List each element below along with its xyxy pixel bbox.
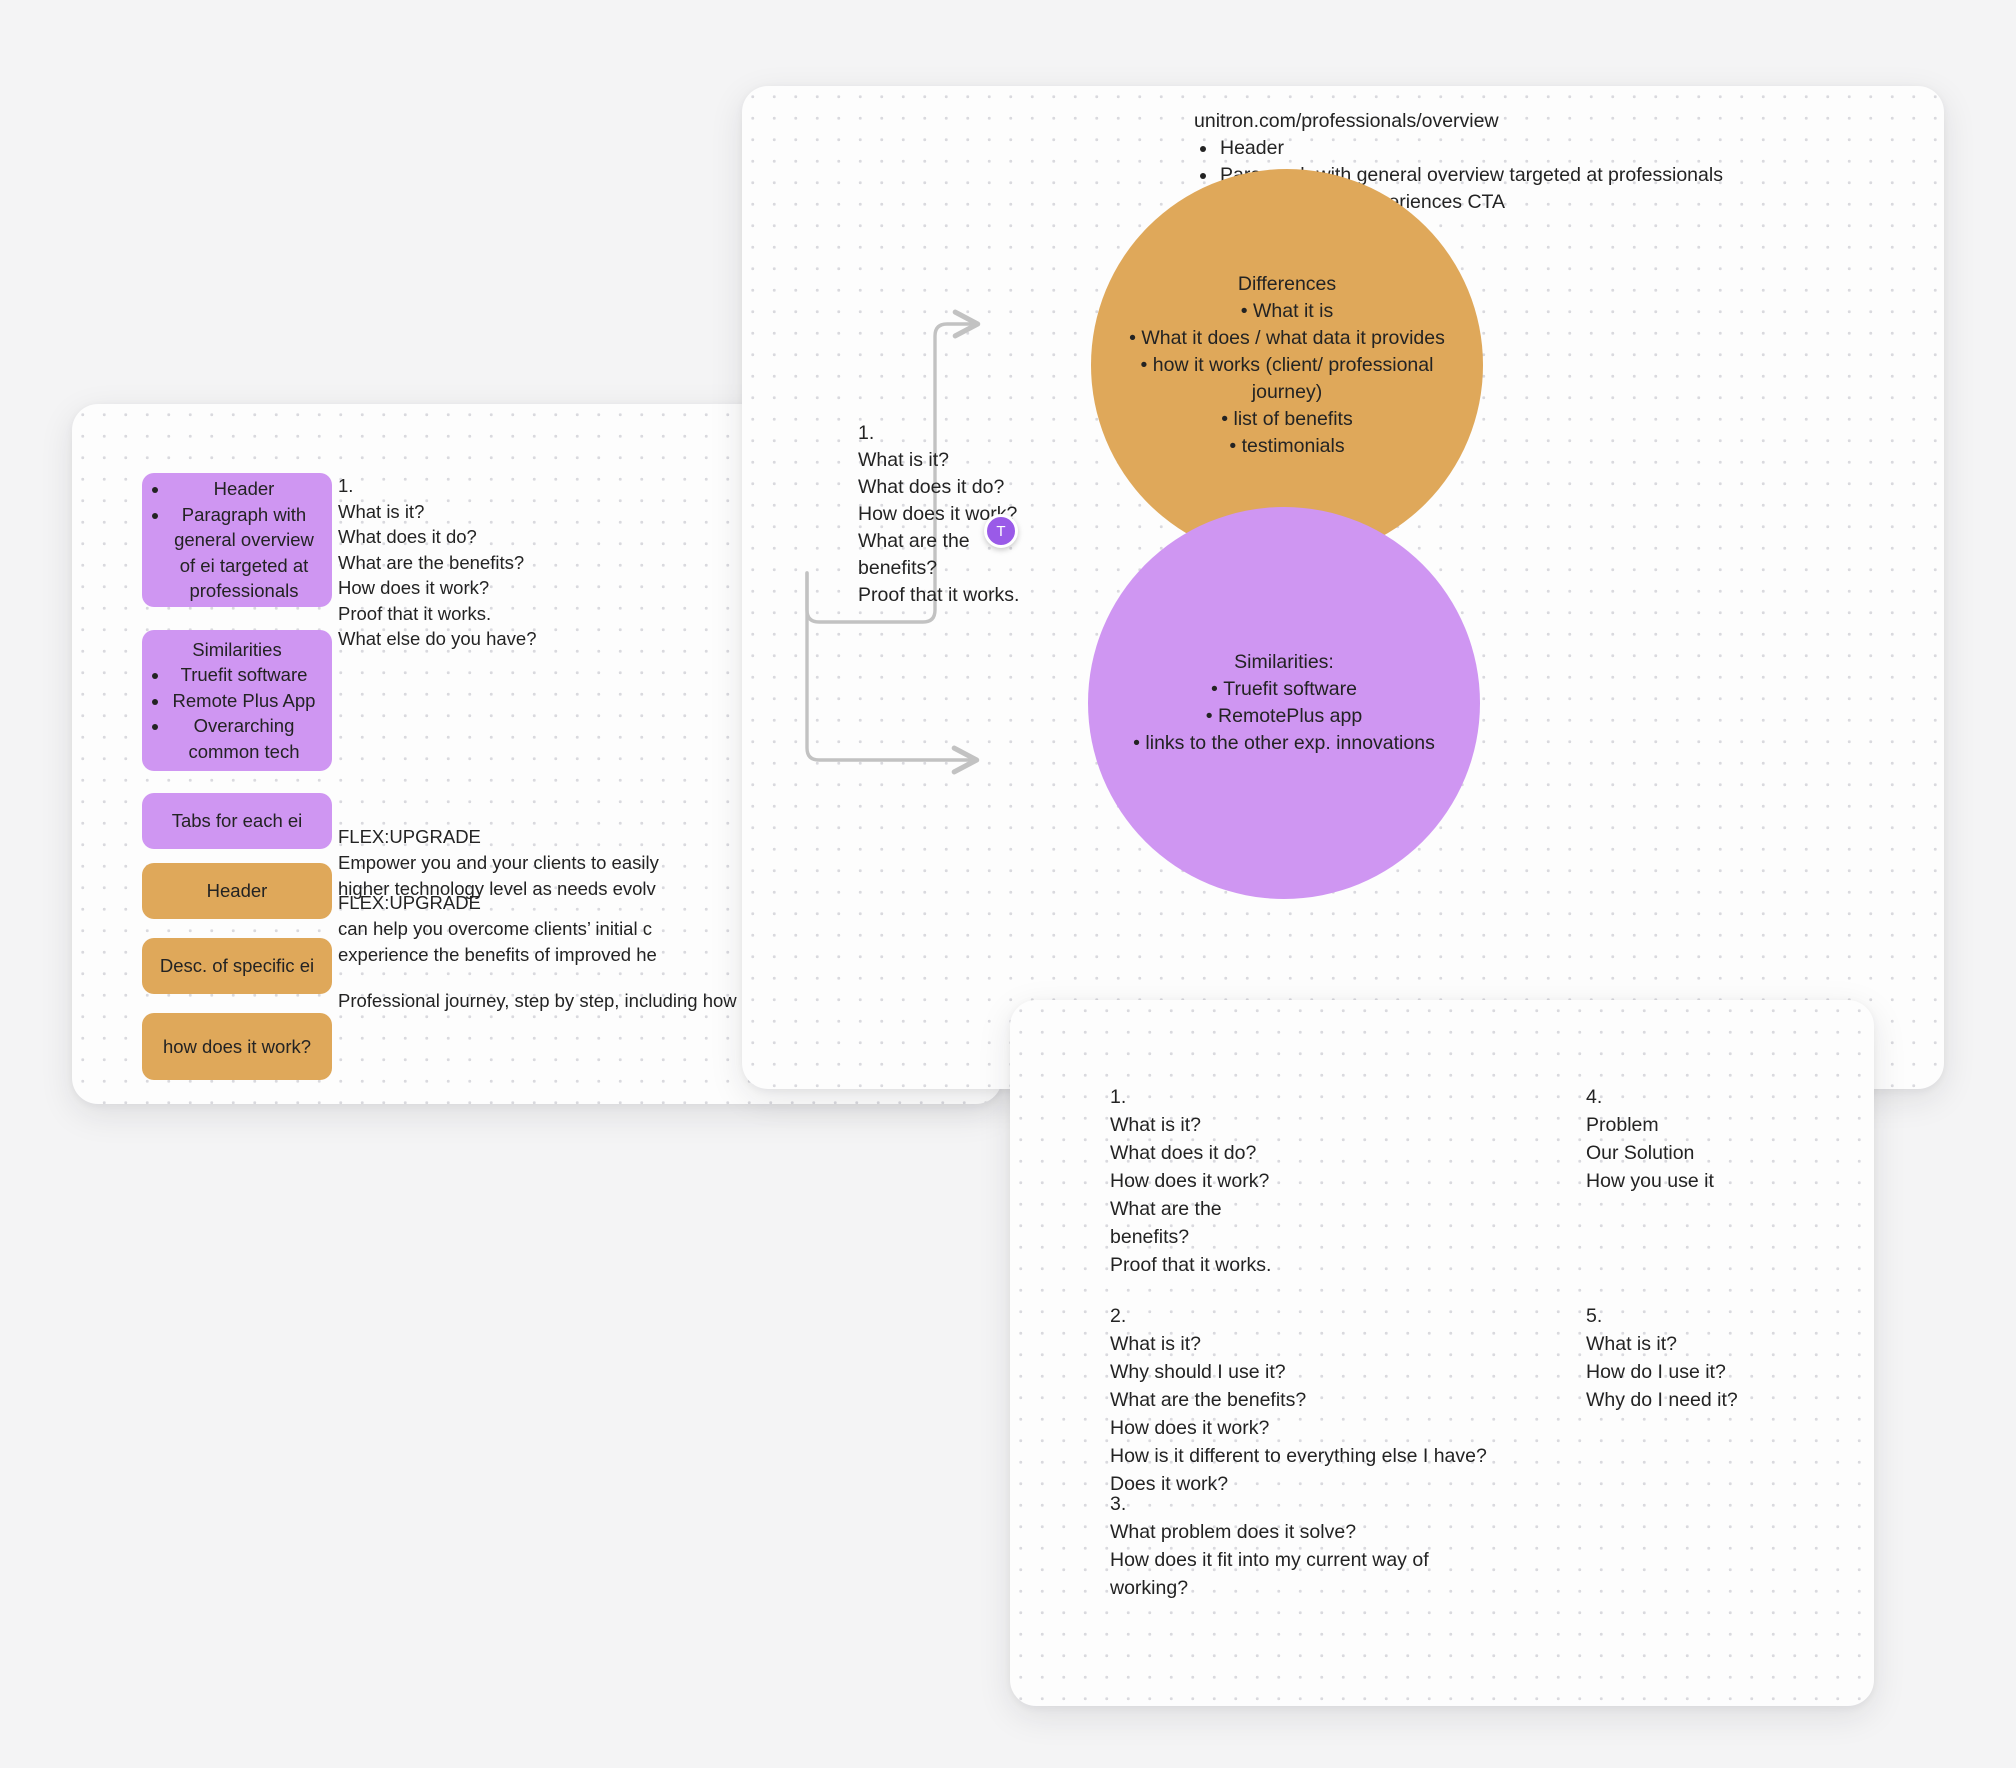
left-questions-line-1: What does it do? [338,526,477,547]
left-flex-note-1-label: FLEX:UPGRADE [338,826,481,847]
center-questions-line-1: What does it do? [858,476,1005,498]
left-block-overview[interactable]: Header Paragraph with general overview o… [142,473,332,607]
left-block-overview-item-1: Paragraph with general overview of ei ta… [170,502,318,604]
center-questions-number: 1. [858,422,875,444]
right-group-2-line-1: Why should I use it? [1110,1361,1286,1383]
right-group-2-line-0: What is it? [1110,1333,1202,1355]
left-flex-note-2-label: FLEX:UPGRADE [338,892,481,913]
right-group-1-line-5: Proof that it works. [1110,1254,1272,1276]
left-block-desc-label: Desc. of specific ei [159,955,315,977]
left-block-desc[interactable]: Desc. of specific ei [142,938,332,994]
left-questions-line-0: What is it? [338,500,425,522]
left-block-tabs[interactable]: Tabs for each ei [142,793,332,849]
left-flex-note-2-line-0: can help you overcome clients’ initial c [338,918,652,939]
left-block-similarities[interactable]: Similarities Truefit software Remote Plu… [142,630,332,771]
differences-item-0: What it is [1126,298,1447,325]
center-url-item-0: Header [1218,135,1723,162]
right-group-2-line-2: What are the benefits? [1110,1389,1307,1411]
similarities-circle[interactable]: Similarities: Truefit software RemotePlu… [1088,507,1480,899]
differences-item-2: how it works (client/ professional journ… [1126,352,1447,406]
center-url-text: unitron.com/professionals/overview [1194,110,1499,132]
right-group-1-line-4: benefits? [1110,1226,1190,1248]
left-questions-number: 1. [338,475,354,496]
center-questions-line-4: benefits? [858,557,938,579]
left-block-similarities-item-1: Remote Plus App [170,688,318,714]
right-group-4-number: 4. [1586,1086,1603,1108]
left-block-how-it-works-label: how does it work? [162,1035,312,1057]
right-group-2-number: 2. [1110,1305,1127,1327]
differences-item-1: What it does / what data it provides [1126,325,1447,352]
right-group-1-line-0: What is it? [1110,1114,1202,1136]
right-group-1-line-1: What does it do? [1110,1142,1257,1164]
left-questions-line-4: Proof that it works. [338,602,492,624]
similarities-item-1: RemotePlus app [1123,703,1444,730]
right-group-4-line-0: Problem [1586,1114,1659,1136]
right-group-2-line-3: How does it work? [1110,1417,1270,1439]
similarities-item-2: links to the other exp. innovations [1123,730,1444,757]
left-questions-line-2: What are the benefits? [338,551,525,573]
right-group-5-line-2: Why do I need it? [1586,1389,1738,1411]
left-flex-note-2[interactable]: FLEX:UPGRADE can help you overcome clien… [338,890,657,968]
right-group-3-line-1: How does it fit into my current way of [1110,1549,1429,1571]
center-board-panel[interactable]: unitron.com/professionals/overview Heade… [742,86,1944,1089]
left-questions-line-5: What else do you have? [338,628,537,649]
collaborator-avatar-initial: T [996,522,1006,540]
differences-circle-title: Differences [1237,272,1337,295]
right-group-4-line-2: How you use it [1586,1170,1714,1192]
left-block-similarities-item-2: Overarching common tech [170,713,318,764]
right-group-4-line-1: Our Solution [1586,1142,1695,1164]
right-group-3[interactable]: 3. What problem does it solve? How does … [1110,1490,1429,1602]
right-group-1-number: 1. [1110,1086,1127,1108]
right-group-5-line-0: What is it? [1586,1333,1678,1355]
similarities-circle-title: Similarities: [1234,651,1334,673]
right-board-panel[interactable]: 1. What is it? What does it do? How does… [1010,1000,1874,1706]
right-group-1-line-3: What are the [1110,1198,1222,1220]
left-flex-note-1-line-0: Empower you and your clients to easily [338,852,659,873]
left-block-tabs-label: Tabs for each ei [171,810,303,832]
left-flex-note-2-line-1: experience the benefits of improved he [338,944,657,965]
left-block-how-it-works[interactable]: how does it work? [142,1013,332,1080]
right-group-2[interactable]: 2. What is it? Why should I use it? What… [1110,1302,1487,1498]
right-group-5-number: 5. [1586,1305,1603,1327]
right-group-5[interactable]: 5. What is it? How do I use it? Why do I… [1586,1302,1738,1414]
left-questions-note[interactable]: 1. What is it? What does it do? What are… [338,473,537,652]
differences-item-4: testimonials [1126,433,1447,460]
center-questions-line-5: Proof that it works. [858,584,1020,606]
left-block-overview-item-0: Header [170,476,318,502]
left-block-similarities-title: Similarities [192,638,282,660]
whiteboard-canvas[interactable]: Header Paragraph with general overview o… [0,0,2016,1768]
right-group-3-line-0: What problem does it solve? [1110,1521,1357,1543]
left-questions-line-3: How does it work? [338,577,490,598]
center-questions-line-0: What is it? [858,449,950,471]
differences-item-3: list of benefits [1126,406,1447,433]
left-block-similarities-item-0: Truefit software [170,662,318,688]
right-group-1-line-2: How does it work? [1110,1170,1270,1192]
left-block-header[interactable]: Header [142,863,332,919]
right-group-2-line-4: How is it different to everything else I… [1110,1445,1487,1467]
right-group-3-number: 3. [1110,1493,1127,1515]
left-block-header-label: Header [206,880,268,902]
right-group-3-line-2: working? [1110,1577,1189,1599]
right-group-1[interactable]: 1. What is it? What does it do? How does… [1110,1083,1271,1279]
right-group-5-line-1: How do I use it? [1586,1361,1726,1383]
similarities-item-0: Truefit software [1123,676,1444,703]
collaborator-avatar[interactable]: T [984,514,1018,548]
right-group-4[interactable]: 4. Problem Our Solution How you use it [1586,1083,1714,1195]
differences-circle[interactable]: Differences What it is What it does / wh… [1091,169,1483,561]
